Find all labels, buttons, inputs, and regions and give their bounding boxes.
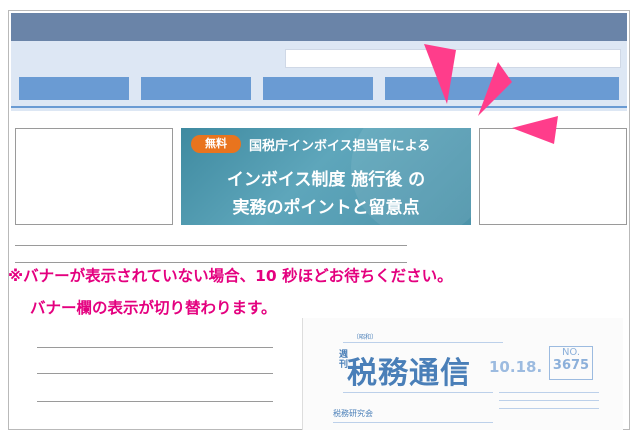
pointer-arrows (424, 44, 558, 144)
arrow-icon (512, 116, 558, 144)
arrow-icon (424, 44, 456, 104)
arrow-icon (478, 62, 512, 116)
